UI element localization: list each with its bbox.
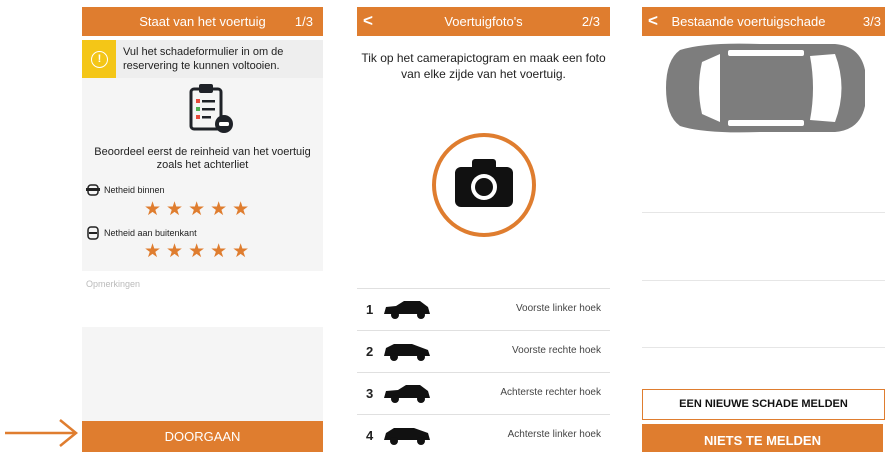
camera-button[interactable] <box>432 133 536 237</box>
remarks-placeholder[interactable]: Opmerkingen <box>86 279 140 289</box>
star-rating-inside[interactable]: ★★★★★ <box>144 198 254 221</box>
step-indicator: 1/3 <box>294 14 313 29</box>
nothing-to-report-button[interactable]: NIETS TE MELDEN <box>642 424 883 452</box>
car-top-view-icon[interactable] <box>660 40 870 136</box>
question-text: Beoordeel eerst de reinheid van het voer… <box>94 146 311 171</box>
warning-icon: ! <box>91 51 108 68</box>
continue-button[interactable]: DOORGAAN <box>82 421 323 452</box>
instruction-text: Tik op het camerapictogram en maak een f… <box>361 51 606 81</box>
car-front-icon <box>86 184 100 196</box>
step-indicator: 2/3 <box>581 14 600 29</box>
screen-existing-damage: < Bestaande voertuigschade 3/3 EEN NIEUW… <box>642 0 885 452</box>
car-rear-icon <box>87 226 99 240</box>
car-side-icon <box>384 385 430 403</box>
notice-text: Vul het schadeformulier in om de reserve… <box>123 46 284 72</box>
photo-row-4[interactable]: 4 Achterste linker hoek <box>357 414 610 452</box>
photo-row-1[interactable]: 1 Voorste linker hoek <box>357 288 610 330</box>
header: < Voertuigfoto's 2/3 <box>357 7 610 36</box>
step-indicator: 3/3 <box>862 14 881 29</box>
camera-icon <box>455 159 513 207</box>
photo-row-3[interactable]: 3 Achterste rechter hoek <box>357 372 610 414</box>
rating-label-outside: Netheid aan buitenkant <box>104 228 197 238</box>
header-title: Bestaande voertuigschade <box>671 14 826 29</box>
screen-vehicle-photos: < Voertuigfoto's 2/3 Tik op het camerapi… <box>357 0 610 452</box>
car-side-icon <box>384 344 430 361</box>
star-rating-outside[interactable]: ★★★★★ <box>144 240 254 263</box>
notice-banner: ! Vul het schadeformulier in om de reser… <box>82 40 323 78</box>
screen-vehicle-condition: Staat van het voertuig 1/3 ! Vul het sch… <box>82 0 323 452</box>
header-title: Voertuigfoto's <box>444 14 523 29</box>
rating-label-inside: Netheid binnen <box>104 185 165 195</box>
car-side-icon <box>384 428 430 445</box>
photo-row-2[interactable]: 2 Voorste rechte hoek <box>357 330 610 372</box>
clipboard-car-icon <box>189 84 233 133</box>
arrow-right-icon <box>5 419 78 447</box>
remarks-input[interactable] <box>82 327 323 422</box>
header: Staat van het voertuig 1/3 <box>82 7 323 36</box>
header: < Bestaande voertuigschade 3/3 <box>642 7 885 36</box>
car-side-icon <box>384 301 430 319</box>
new-damage-button[interactable]: EEN NIEUWE SCHADE MELDEN <box>642 389 885 420</box>
header-title: Staat van het voertuig <box>139 14 266 29</box>
